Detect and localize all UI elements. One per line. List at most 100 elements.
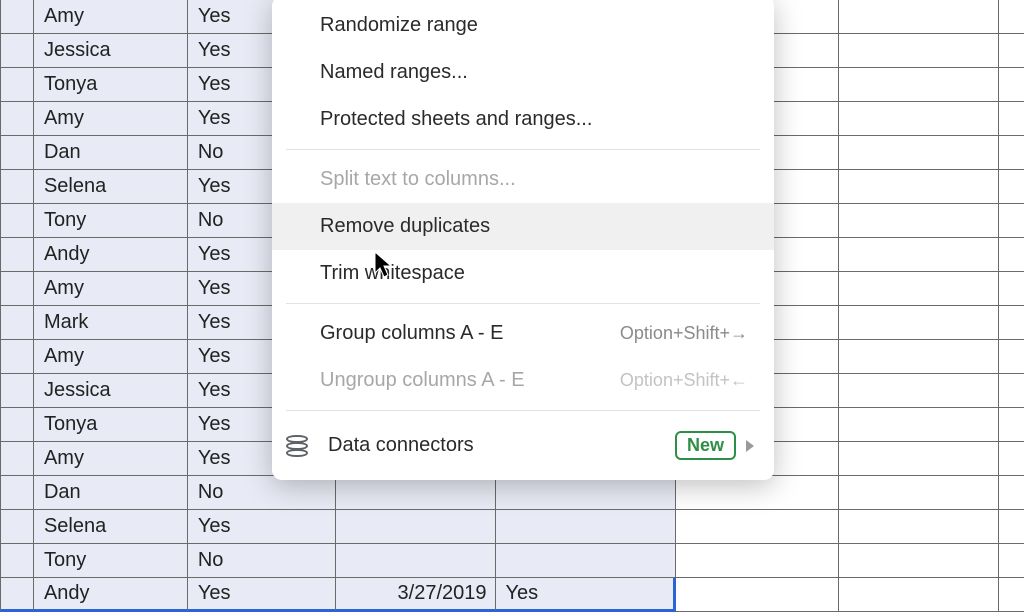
menu-separator	[286, 303, 760, 304]
row-gutter[interactable]	[0, 272, 34, 306]
cell[interactable]	[839, 306, 999, 340]
cell[interactable]	[839, 102, 999, 136]
menu-item-randomize-range[interactable]: Randomize range	[272, 2, 774, 49]
cell-yesno[interactable]: Yes	[188, 510, 336, 544]
cell[interactable]	[839, 204, 999, 238]
row-gutter[interactable]	[0, 170, 34, 204]
menu-item-shortcut: Option+Shift+←	[620, 370, 748, 391]
row-gutter[interactable]	[0, 408, 34, 442]
cell-yesno[interactable]: Yes	[496, 578, 677, 612]
cell-yesno[interactable]: Yes	[188, 578, 336, 612]
cell[interactable]	[999, 204, 1024, 238]
cell[interactable]	[839, 476, 999, 510]
row-gutter[interactable]	[0, 238, 34, 272]
data-menu-dropdown: Randomize range Named ranges... Protecte…	[272, 0, 774, 480]
cell[interactable]	[999, 136, 1024, 170]
cell[interactable]	[839, 442, 999, 476]
cell[interactable]	[999, 238, 1024, 272]
cell[interactable]	[839, 374, 999, 408]
row-gutter[interactable]	[0, 204, 34, 238]
cell-name[interactable]: Mark	[34, 306, 188, 340]
cell[interactable]	[999, 0, 1024, 34]
cell[interactable]	[839, 272, 999, 306]
cell[interactable]	[336, 510, 496, 544]
cell-name[interactable]: Amy	[34, 340, 188, 374]
cell-name[interactable]: Selena	[34, 510, 188, 544]
cell[interactable]	[999, 374, 1024, 408]
menu-item-remove-duplicates[interactable]: Remove duplicates	[272, 203, 774, 250]
cell-name[interactable]: Jessica	[34, 34, 188, 68]
cell[interactable]	[336, 544, 496, 578]
row-gutter[interactable]	[0, 306, 34, 340]
cell[interactable]	[999, 102, 1024, 136]
cell-name[interactable]: Dan	[34, 136, 188, 170]
row-gutter[interactable]	[0, 102, 34, 136]
cell-name[interactable]: Selena	[34, 170, 188, 204]
cell[interactable]	[999, 442, 1024, 476]
cell-name[interactable]: Andy	[34, 578, 188, 612]
menu-item-trim-whitespace[interactable]: Trim whitespace	[272, 250, 774, 297]
cell[interactable]	[676, 510, 839, 544]
menu-item-group-columns[interactable]: Group columns A - E Option+Shift+→	[272, 310, 774, 357]
cell[interactable]	[839, 340, 999, 374]
menu-item-label: Group columns A - E	[320, 322, 620, 345]
cell[interactable]	[496, 476, 677, 510]
cell[interactable]	[839, 544, 999, 578]
row-gutter[interactable]	[0, 510, 34, 544]
cell-name[interactable]: Amy	[34, 102, 188, 136]
cell[interactable]	[839, 578, 999, 612]
row-gutter[interactable]	[0, 0, 34, 34]
cell-name[interactable]: Andy	[34, 238, 188, 272]
cell-name[interactable]: Dan	[34, 476, 188, 510]
cell[interactable]	[999, 510, 1024, 544]
menu-separator	[286, 410, 760, 411]
cell-date[interactable]: 3/27/2019	[336, 578, 496, 612]
cell[interactable]	[676, 544, 839, 578]
cell-name[interactable]: Amy	[34, 0, 188, 34]
cell[interactable]	[999, 340, 1024, 374]
cell[interactable]	[839, 408, 999, 442]
cell[interactable]	[999, 578, 1024, 612]
cell[interactable]	[999, 170, 1024, 204]
cell-yesno[interactable]: No	[188, 476, 336, 510]
cell[interactable]	[999, 306, 1024, 340]
cell[interactable]	[496, 510, 677, 544]
cell-name[interactable]: Tony	[34, 204, 188, 238]
menu-item-protected-sheets[interactable]: Protected sheets and ranges...	[272, 96, 774, 143]
row-gutter[interactable]	[0, 34, 34, 68]
cell[interactable]	[999, 476, 1024, 510]
cell-name[interactable]: Tony	[34, 544, 188, 578]
menu-item-data-connectors[interactable]: Data connectors New	[272, 417, 774, 474]
menu-item-named-ranges[interactable]: Named ranges...	[272, 49, 774, 96]
cell[interactable]	[496, 544, 677, 578]
cell[interactable]	[839, 0, 999, 34]
row-gutter[interactable]	[0, 476, 34, 510]
cell-name[interactable]: Amy	[34, 442, 188, 476]
cell-name[interactable]: Jessica	[34, 374, 188, 408]
row-gutter[interactable]	[0, 340, 34, 374]
cell[interactable]	[839, 136, 999, 170]
cell-name[interactable]: Amy	[34, 272, 188, 306]
cell[interactable]	[676, 578, 839, 612]
cell[interactable]	[999, 272, 1024, 306]
row-gutter[interactable]	[0, 136, 34, 170]
cell[interactable]	[676, 476, 839, 510]
cell-name[interactable]: Tonya	[34, 408, 188, 442]
cell[interactable]	[999, 408, 1024, 442]
cell[interactable]	[999, 34, 1024, 68]
cell[interactable]	[839, 238, 999, 272]
cell[interactable]	[999, 68, 1024, 102]
row-gutter[interactable]	[0, 68, 34, 102]
row-gutter[interactable]	[0, 544, 34, 578]
row-gutter[interactable]	[0, 442, 34, 476]
cell[interactable]	[839, 510, 999, 544]
cell-name[interactable]: Tonya	[34, 68, 188, 102]
cell[interactable]	[336, 476, 496, 510]
cell[interactable]	[839, 170, 999, 204]
row-gutter[interactable]	[0, 578, 34, 612]
cell-yesno[interactable]: No	[188, 544, 336, 578]
cell[interactable]	[839, 34, 999, 68]
cell[interactable]	[999, 544, 1024, 578]
row-gutter[interactable]	[0, 374, 34, 408]
cell[interactable]	[839, 68, 999, 102]
